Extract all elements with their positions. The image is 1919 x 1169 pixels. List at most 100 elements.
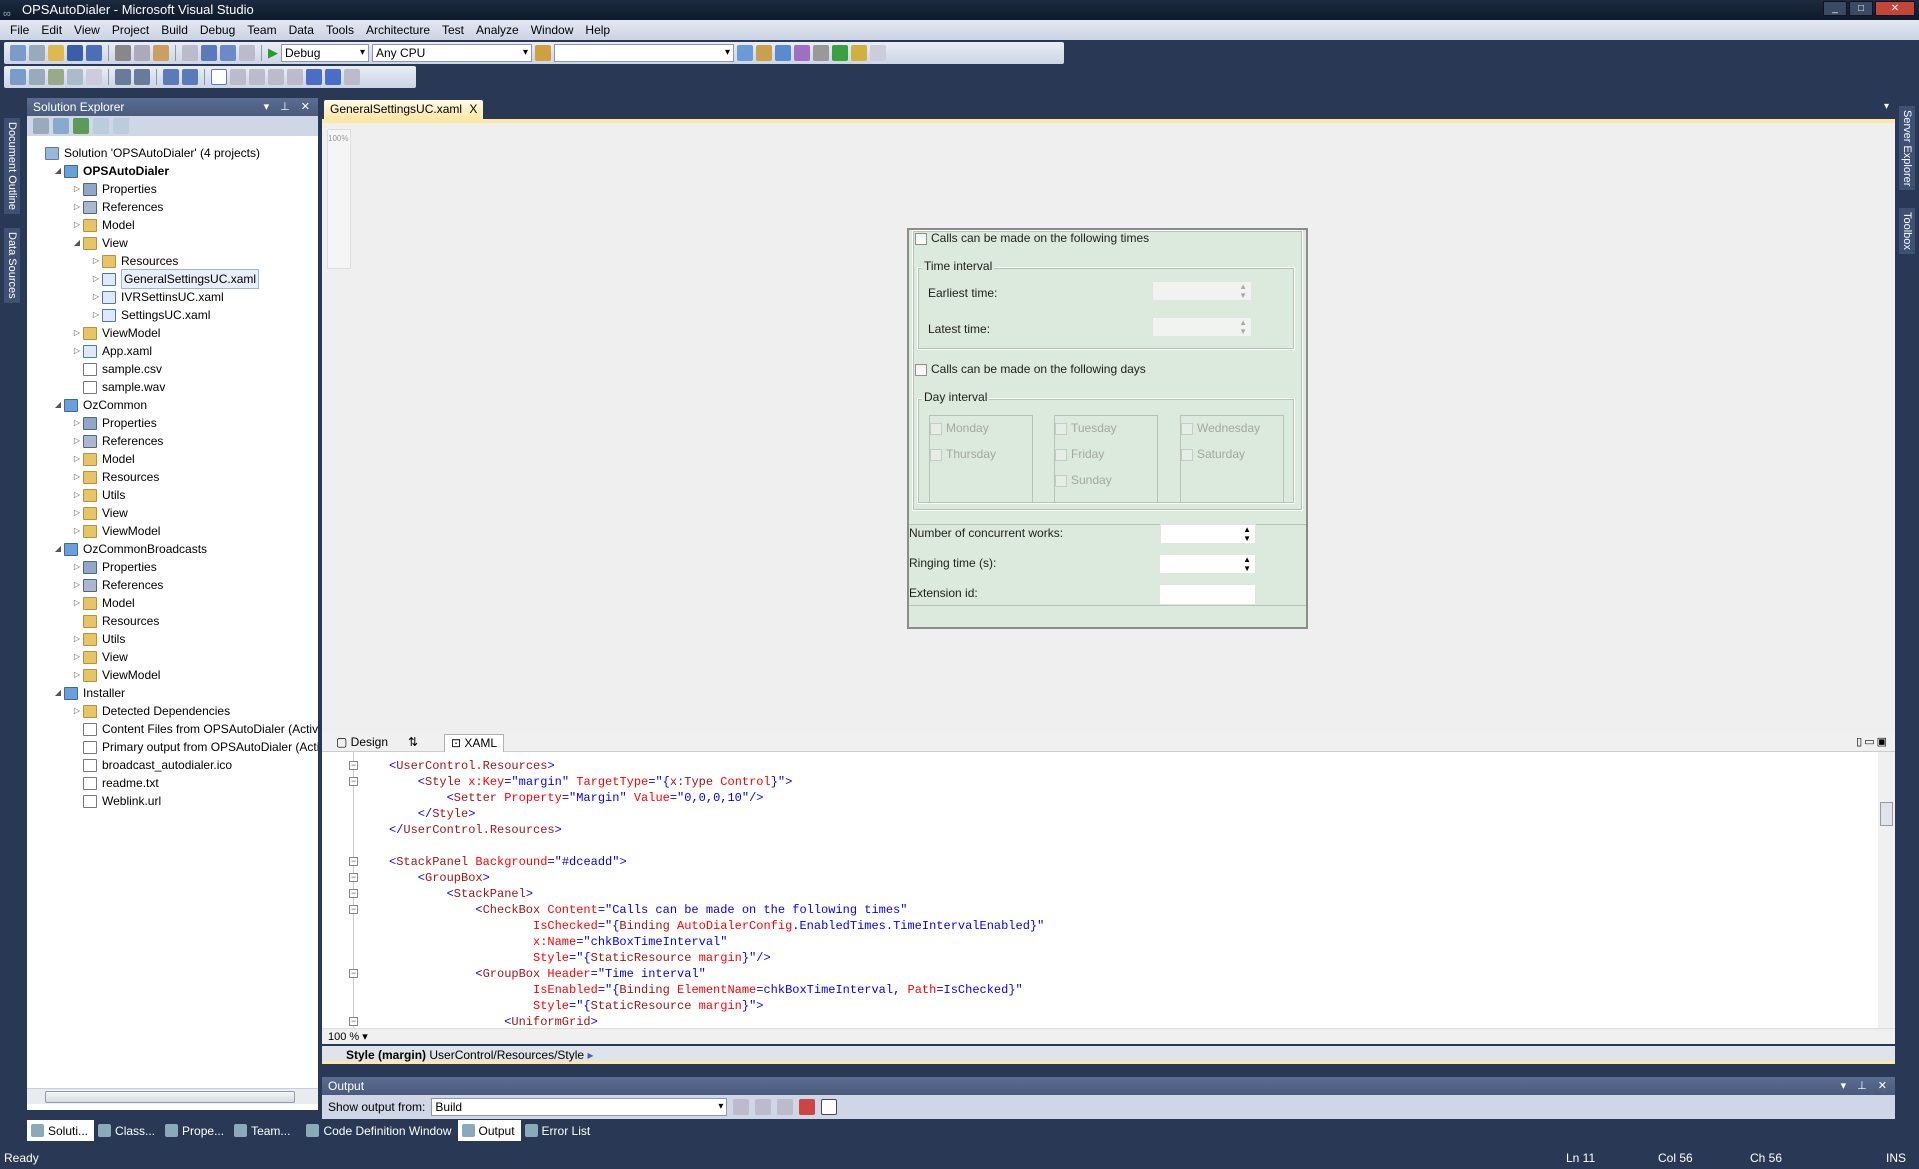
checkbox-monday[interactable]	[930, 423, 942, 435]
next-bookmark-doc-icon[interactable]	[325, 69, 341, 85]
find-in-files-icon[interactable]	[535, 45, 551, 61]
tab-xaml[interactable]: ⊡ XAML	[444, 734, 505, 752]
collapsed-arrow-icon[interactable]: ▷	[71, 468, 83, 486]
collapse-icon[interactable]: −	[349, 761, 358, 770]
vertical-scrollbar[interactable]	[1878, 752, 1895, 1028]
tree-item[interactable]: ▷ Utils	[71, 630, 125, 648]
tree-item[interactable]: ▷ Model	[71, 216, 135, 234]
minimize-button[interactable]: _	[1823, 1, 1847, 16]
collapsed-arrow-icon[interactable]: ▷	[71, 702, 83, 720]
start-page-icon[interactable]	[832, 45, 848, 61]
collapsed-arrow-icon[interactable]: ▷	[71, 504, 83, 522]
collapse-icon[interactable]: −	[349, 873, 358, 882]
toolbox-icon[interactable]	[794, 45, 810, 61]
collapsed-arrow-icon[interactable]: ▷	[90, 252, 102, 270]
collapsed-arrow-icon[interactable]: ▷	[71, 216, 83, 234]
collapsed-arrow-icon[interactable]: ▷	[71, 342, 83, 360]
list-members-icon[interactable]	[86, 69, 102, 85]
cut-icon[interactable]	[115, 45, 131, 61]
collapse-icon[interactable]: −	[349, 777, 358, 786]
tools-icon[interactable]	[813, 45, 829, 61]
checkbox-sunday[interactable]	[1055, 475, 1067, 487]
tree-item[interactable]: ◢ OPSAutoDialer	[52, 162, 169, 180]
tree-item[interactable]: ◢ Installer	[52, 684, 125, 702]
expanded-arrow-icon[interactable]: ◢	[52, 162, 64, 180]
collapse-icon[interactable]: −	[349, 1017, 358, 1026]
tree-item[interactable]: Weblink.url	[71, 792, 161, 810]
collapsed-arrow-icon[interactable]: ▷	[71, 522, 83, 540]
view-designer-icon[interactable]	[113, 118, 129, 134]
tree-item[interactable]: ▷ References	[71, 576, 163, 594]
find-combo[interactable]	[554, 44, 734, 62]
save-all-icon[interactable]	[86, 45, 102, 61]
collapse-icon[interactable]: −	[349, 889, 358, 898]
paste-icon[interactable]	[153, 45, 169, 61]
bottom-tab[interactable]: Team...	[230, 1120, 296, 1141]
collapsed-arrow-icon[interactable]: ▷	[71, 576, 83, 594]
quick-info-icon[interactable]	[29, 69, 45, 85]
menu-analyze[interactable]: Analyze	[470, 23, 525, 37]
ringing-time-spinner[interactable]: ▲ ▼	[1159, 554, 1256, 574]
tree-item[interactable]: sample.wav	[71, 378, 165, 396]
configuration-select[interactable]: Debug	[281, 44, 369, 62]
tab-dropdown-icon[interactable]: ▾	[1884, 101, 1889, 112]
tree-item[interactable]: broadcast_autodialer.ico	[71, 756, 232, 774]
concurrent-works-spinner[interactable]: ▲ ▼	[1160, 524, 1256, 544]
zoom-level-select[interactable]: 100 %	[328, 1031, 359, 1043]
command-window-icon[interactable]	[870, 45, 886, 61]
swap-panes-button[interactable]: ⇅	[402, 734, 424, 752]
menu-architecture[interactable]: Architecture	[360, 23, 436, 37]
redo-icon[interactable]	[201, 45, 217, 61]
tree-item[interactable]: readme.txt	[71, 774, 159, 792]
next-bookmark-folder-icon[interactable]	[287, 69, 303, 85]
tree-item[interactable]: ▷ Utils	[71, 486, 125, 504]
bottom-tab[interactable]: Error List	[521, 1120, 597, 1141]
comment-icon[interactable]	[163, 69, 179, 85]
menu-window[interactable]: Window	[525, 23, 580, 37]
properties-window-icon[interactable]	[10, 69, 26, 85]
bottom-tab[interactable]: Class...	[94, 1120, 161, 1141]
data-sources-tab[interactable]: Data Sources	[4, 228, 20, 303]
xaml-code-editor[interactable]: − − − − − − − − <UserControl.Resources> <Style x…	[322, 752, 1895, 1028]
menu-view[interactable]: View	[68, 23, 106, 37]
days-checkbox[interactable]	[915, 364, 927, 376]
prev-message-icon[interactable]	[755, 1099, 772, 1115]
collapsed-arrow-icon[interactable]: ▷	[71, 648, 83, 666]
checkbox-thursday[interactable]	[930, 449, 942, 461]
menu-build[interactable]: Build	[155, 23, 194, 37]
next-bookmark-icon[interactable]	[249, 69, 265, 85]
object-browser-icon[interactable]	[775, 45, 791, 61]
collapsed-arrow-icon[interactable]: ▷	[71, 324, 83, 342]
collapsed-arrow-icon[interactable]: ▷	[71, 486, 83, 504]
view-code-icon[interactable]	[93, 118, 109, 134]
menu-tools[interactable]: Tools	[320, 23, 360, 37]
tree-item[interactable]: ◢ OzCommonBroadcasts	[52, 540, 207, 558]
prev-bookmark-doc-icon[interactable]	[306, 69, 322, 85]
menu-file[interactable]: File	[4, 23, 35, 37]
output-source-select[interactable]: Build	[431, 1098, 728, 1116]
add-item-icon[interactable]	[29, 45, 45, 61]
split-view-icons[interactable]: ▯▭▣	[1856, 735, 1889, 748]
expanded-arrow-icon[interactable]: ◢	[52, 396, 64, 414]
menu-team[interactable]: Team	[241, 23, 282, 37]
tree-item[interactable]: ▷ View	[71, 648, 128, 666]
tree-item[interactable]: ▷ Model	[71, 450, 135, 468]
platform-select[interactable]: Any CPU	[372, 44, 532, 62]
tree-item[interactable]: ▷ Resources	[90, 252, 178, 270]
tree-item[interactable]: Solution 'OPSAutoDialer' (4 projects)	[33, 144, 260, 162]
collapsed-arrow-icon[interactable]: ▷	[90, 270, 102, 288]
bottom-tab[interactable]: Prope...	[161, 1120, 230, 1141]
start-debugging-icon[interactable]: ▶	[268, 45, 278, 61]
clear-all-icon[interactable]	[799, 1099, 816, 1115]
open-icon[interactable]	[48, 45, 64, 61]
collapse-icon[interactable]: −	[349, 905, 358, 914]
properties-icon[interactable]	[756, 45, 772, 61]
word-wrap-icon[interactable]	[821, 1099, 838, 1115]
tab-generalsettingsuc[interactable]: GeneralSettingsUC.xaml X	[324, 100, 484, 119]
tree-item[interactable]: ▷ IVRSettinsUC.xaml	[90, 288, 224, 306]
toolbox-tab[interactable]: Toolbox	[1899, 208, 1915, 254]
panel-controls[interactable]: ▾ ⊥ ✕	[264, 98, 314, 116]
extension-manager-icon[interactable]	[851, 45, 867, 61]
expanded-arrow-icon[interactable]: ◢	[52, 540, 64, 558]
prev-bookmark-folder-icon[interactable]	[268, 69, 284, 85]
